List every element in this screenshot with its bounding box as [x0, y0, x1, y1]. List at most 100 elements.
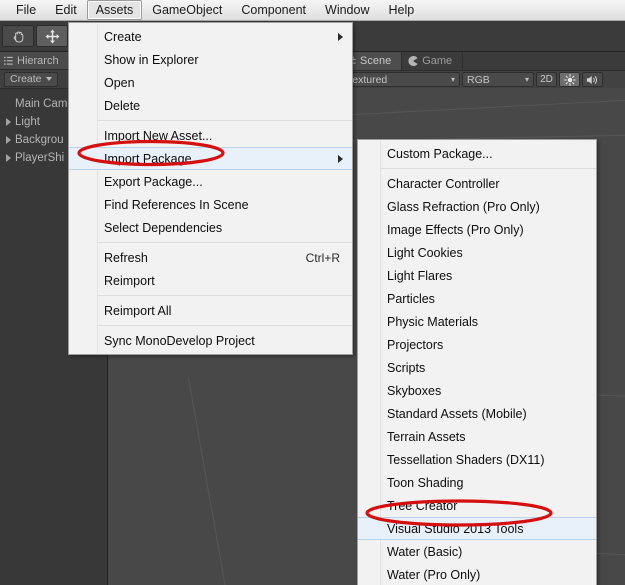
toggle-2d-label: 2D — [540, 74, 553, 85]
scene-view-toolbar: Textured ▾ RGB ▾ 2D — [340, 70, 625, 88]
menu-item-label: Light Cookies — [387, 245, 463, 260]
submenu-item-glass-refraction[interactable]: Glass Refraction (Pro Only) — [358, 195, 596, 218]
move-arrows-icon — [45, 29, 59, 43]
submenu-item-physic-materials[interactable]: Physic Materials — [358, 310, 596, 333]
scene-grid-line — [188, 377, 228, 585]
menu-item-select-dependencies[interactable]: Select Dependencies — [69, 216, 352, 239]
chevron-right-icon[interactable] — [6, 118, 11, 126]
menu-item-import-package[interactable]: Import Package — [69, 147, 352, 170]
submenu-item-tree-creator[interactable]: Tree Creator — [358, 494, 596, 517]
application-menu-bar: File Edit Assets GameObject Component Wi… — [0, 0, 625, 21]
submenu-item-custom-package[interactable]: Custom Package... — [358, 142, 596, 165]
submenu-item-visual-studio-2013-tools[interactable]: Visual Studio 2013 Tools — [358, 517, 596, 540]
chevron-right-icon[interactable] — [6, 136, 11, 144]
menu-item-label: Character Controller — [387, 176, 500, 191]
color-mode-dropdown[interactable]: RGB ▾ — [462, 72, 534, 87]
stepper-arrows-icon: ▾ — [450, 75, 455, 84]
menu-item-import-new-asset[interactable]: Import New Asset... — [69, 124, 352, 147]
menu-item-label: Tree Creator — [387, 498, 458, 513]
menu-item-sync-monodevelop-project[interactable]: Sync MonoDevelop Project — [69, 329, 352, 352]
menu-item-open[interactable]: Open — [69, 71, 352, 94]
import-package-submenu-items: Custom Package... Character Controller G… — [358, 140, 596, 585]
menu-assets[interactable]: Assets — [86, 0, 143, 20]
hierarchy-item-label: Backgrou — [15, 134, 64, 146]
menu-edit[interactable]: Edit — [46, 0, 86, 20]
menu-item-shortcut: Ctrl+R — [305, 250, 340, 265]
menu-item-label: Find References In Scene — [104, 197, 249, 212]
menu-item-label: Light Flares — [387, 268, 453, 283]
stepper-arrows-icon: ▾ — [524, 75, 529, 84]
toggle-2d-button[interactable]: 2D — [536, 72, 557, 87]
submenu-item-skyboxes[interactable]: Skyboxes — [358, 379, 596, 402]
submenu-item-standard-assets-mobile[interactable]: Standard Assets (Mobile) — [358, 402, 596, 425]
menu-separator — [381, 168, 596, 169]
hierarchy-create-button[interactable]: Create — [4, 71, 58, 87]
menu-file[interactable]: File — [7, 0, 45, 20]
submenu-item-scripts[interactable]: Scripts — [358, 356, 596, 379]
menu-separator — [98, 295, 352, 296]
submenu-item-particles[interactable]: Particles — [358, 287, 596, 310]
submenu-item-light-cookies[interactable]: Light Cookies — [358, 241, 596, 264]
submenu-item-image-effects[interactable]: Image Effects (Pro Only) — [358, 218, 596, 241]
menu-item-label: Visual Studio 2013 Tools — [387, 521, 524, 536]
submenu-item-projectors[interactable]: Projectors — [358, 333, 596, 356]
menu-item-show-in-explorer[interactable]: Show in Explorer — [69, 48, 352, 71]
menu-separator — [98, 325, 352, 326]
hierarchy-item-label: Main Cam — [15, 98, 68, 110]
hand-tool-button[interactable] — [2, 25, 34, 47]
menu-item-label: Skyboxes — [387, 383, 442, 398]
import-package-submenu: Custom Package... Character Controller G… — [357, 139, 597, 585]
submenu-item-light-flares[interactable]: Light Flares — [358, 264, 596, 287]
draw-mode-value: Textured — [347, 73, 388, 86]
submenu-arrow-icon — [338, 32, 343, 41]
audio-toggle-button[interactable] — [582, 72, 603, 87]
submenu-item-water-basic[interactable]: Water (Basic) — [358, 540, 596, 563]
menu-window[interactable]: Window — [316, 0, 378, 20]
submenu-item-character-controller[interactable]: Character Controller — [358, 172, 596, 195]
menu-item-label: Water (Pro Only) — [387, 567, 481, 582]
menu-separator — [98, 242, 352, 243]
menu-item-delete[interactable]: Delete — [69, 94, 352, 117]
menu-item-label: Particles — [387, 291, 435, 306]
draw-mode-dropdown[interactable]: Textured ▾ — [342, 72, 460, 87]
menu-help[interactable]: Help — [379, 0, 423, 20]
lighting-toggle-button[interactable] — [559, 72, 580, 87]
submenu-item-tessellation-shaders[interactable]: Tessellation Shaders (DX11) — [358, 448, 596, 471]
menu-item-export-package[interactable]: Export Package... — [69, 170, 352, 193]
menu-item-label: Refresh — [104, 250, 148, 265]
tab-game[interactable]: Game — [402, 52, 464, 70]
menu-item-label: Export Package... — [104, 174, 203, 189]
submenu-item-water-pro-only[interactable]: Water (Pro Only) — [358, 563, 596, 585]
hierarchy-tab-label: Hierarch — [17, 54, 59, 67]
unity-editor-window: Hierarch Create Main Cam Light Backgrou — [0, 0, 625, 585]
menu-component[interactable]: Component — [232, 0, 315, 20]
sun-icon — [563, 73, 576, 86]
menu-item-label: Custom Package... — [387, 146, 493, 161]
menu-item-label: Reimport All — [104, 303, 172, 318]
assets-dropdown-menu: Create Show in Explorer Open Delete Impo… — [68, 22, 353, 355]
chevron-right-icon[interactable] — [6, 154, 11, 162]
menu-item-label: Standard Assets (Mobile) — [387, 406, 527, 421]
menu-item-label: Delete — [104, 98, 141, 113]
game-pacman-icon — [408, 56, 418, 66]
menu-item-label: Show in Explorer — [104, 52, 199, 67]
tab-scene-label: Scene — [360, 55, 392, 67]
speaker-icon — [586, 75, 597, 84]
menu-item-create[interactable]: Create — [69, 25, 352, 48]
menu-item-label: Toon Shading — [387, 475, 464, 490]
hierarchy-item-label: Light — [15, 116, 40, 128]
tab-game-label: Game — [422, 55, 453, 67]
menu-item-refresh[interactable]: Refresh Ctrl+R — [69, 246, 352, 269]
menu-item-find-references-in-scene[interactable]: Find References In Scene — [69, 193, 352, 216]
menu-gameobject[interactable]: GameObject — [143, 0, 231, 20]
submenu-item-terrain-assets[interactable]: Terrain Assets — [358, 425, 596, 448]
menu-item-reimport-all[interactable]: Reimport All — [69, 299, 352, 322]
menu-item-label: Create — [104, 29, 142, 44]
menu-item-reimport[interactable]: Reimport — [69, 269, 352, 292]
submenu-item-toon-shading[interactable]: Toon Shading — [358, 471, 596, 494]
menu-item-label: Sync MonoDevelop Project — [104, 333, 255, 348]
move-tool-button[interactable] — [36, 25, 68, 47]
menu-item-label: Import Package — [104, 151, 192, 166]
menu-item-label: Terrain Assets — [387, 429, 466, 444]
hand-icon — [13, 31, 23, 42]
